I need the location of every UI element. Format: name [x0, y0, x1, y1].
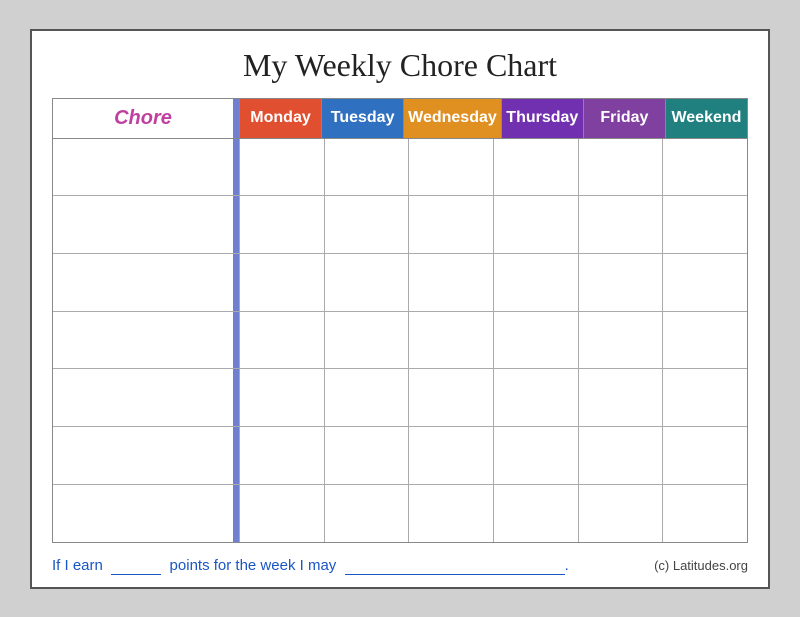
table-row — [662, 196, 747, 253]
table-row — [493, 485, 578, 542]
table-row — [578, 369, 663, 426]
table-row — [578, 254, 663, 311]
table-row — [53, 196, 747, 254]
table-row — [324, 139, 409, 196]
table-row — [578, 196, 663, 253]
copyright-text: (c) Latitudes.org — [654, 558, 748, 573]
table-row — [493, 139, 578, 196]
chore-cell — [53, 254, 233, 311]
footer-blank2 — [345, 557, 565, 575]
table-row — [578, 139, 663, 196]
chore-cell — [53, 139, 233, 196]
table-row — [53, 485, 747, 542]
table-row — [408, 485, 493, 542]
header-thursday: Thursday — [501, 99, 583, 138]
chore-cell — [53, 312, 233, 369]
chart-body — [53, 139, 747, 542]
table-row — [493, 312, 578, 369]
header-wednesday: Wednesday — [403, 99, 501, 138]
chore-chart: Chore Monday Tuesday Wednesday Thursday … — [52, 98, 748, 543]
table-row — [493, 254, 578, 311]
chore-header-cell: Chore — [53, 99, 233, 138]
table-row — [53, 139, 747, 197]
table-row — [239, 485, 324, 542]
table-row — [662, 139, 747, 196]
footer-blank1 — [111, 557, 161, 575]
table-row — [408, 369, 493, 426]
table-row — [408, 427, 493, 484]
header-monday: Monday — [239, 99, 321, 138]
header-weekend: Weekend — [665, 99, 747, 138]
chore-cell — [53, 485, 233, 542]
table-row — [408, 196, 493, 253]
chore-cell — [53, 427, 233, 484]
footer: If I earn points for the week I may . (c… — [52, 553, 748, 575]
footer-suffix: . — [565, 557, 569, 574]
page: My Weekly Chore Chart Chore Monday Tuesd… — [30, 29, 770, 589]
table-row — [239, 312, 324, 369]
table-row — [239, 196, 324, 253]
footer-sentence: If I earn points for the week I may . — [52, 557, 569, 575]
table-row — [578, 427, 663, 484]
table-row — [324, 254, 409, 311]
table-row — [239, 427, 324, 484]
table-row — [493, 427, 578, 484]
table-row — [578, 485, 663, 542]
table-row — [578, 312, 663, 369]
footer-middle: points for the week I may — [170, 557, 337, 574]
table-row — [662, 312, 747, 369]
table-row — [408, 254, 493, 311]
table-row — [324, 427, 409, 484]
chore-cell — [53, 369, 233, 426]
table-row — [324, 196, 409, 253]
page-title: My Weekly Chore Chart — [52, 47, 748, 84]
table-row — [53, 254, 747, 312]
table-row — [53, 312, 747, 370]
table-row — [408, 312, 493, 369]
table-row — [408, 139, 493, 196]
header-friday: Friday — [583, 99, 665, 138]
table-row — [662, 254, 747, 311]
header-tuesday: Tuesday — [321, 99, 403, 138]
table-row — [324, 485, 409, 542]
chart-header: Chore Monday Tuesday Wednesday Thursday … — [53, 99, 747, 139]
table-row — [239, 254, 324, 311]
table-row — [493, 369, 578, 426]
table-row — [662, 427, 747, 484]
table-row — [324, 369, 409, 426]
table-row — [493, 196, 578, 253]
table-row — [239, 139, 324, 196]
table-row — [53, 369, 747, 427]
table-row — [53, 427, 747, 485]
footer-prefix: If I earn — [52, 557, 103, 574]
chore-cell — [53, 196, 233, 253]
table-row — [239, 369, 324, 426]
table-row — [662, 485, 747, 542]
table-row — [324, 312, 409, 369]
table-row — [662, 369, 747, 426]
